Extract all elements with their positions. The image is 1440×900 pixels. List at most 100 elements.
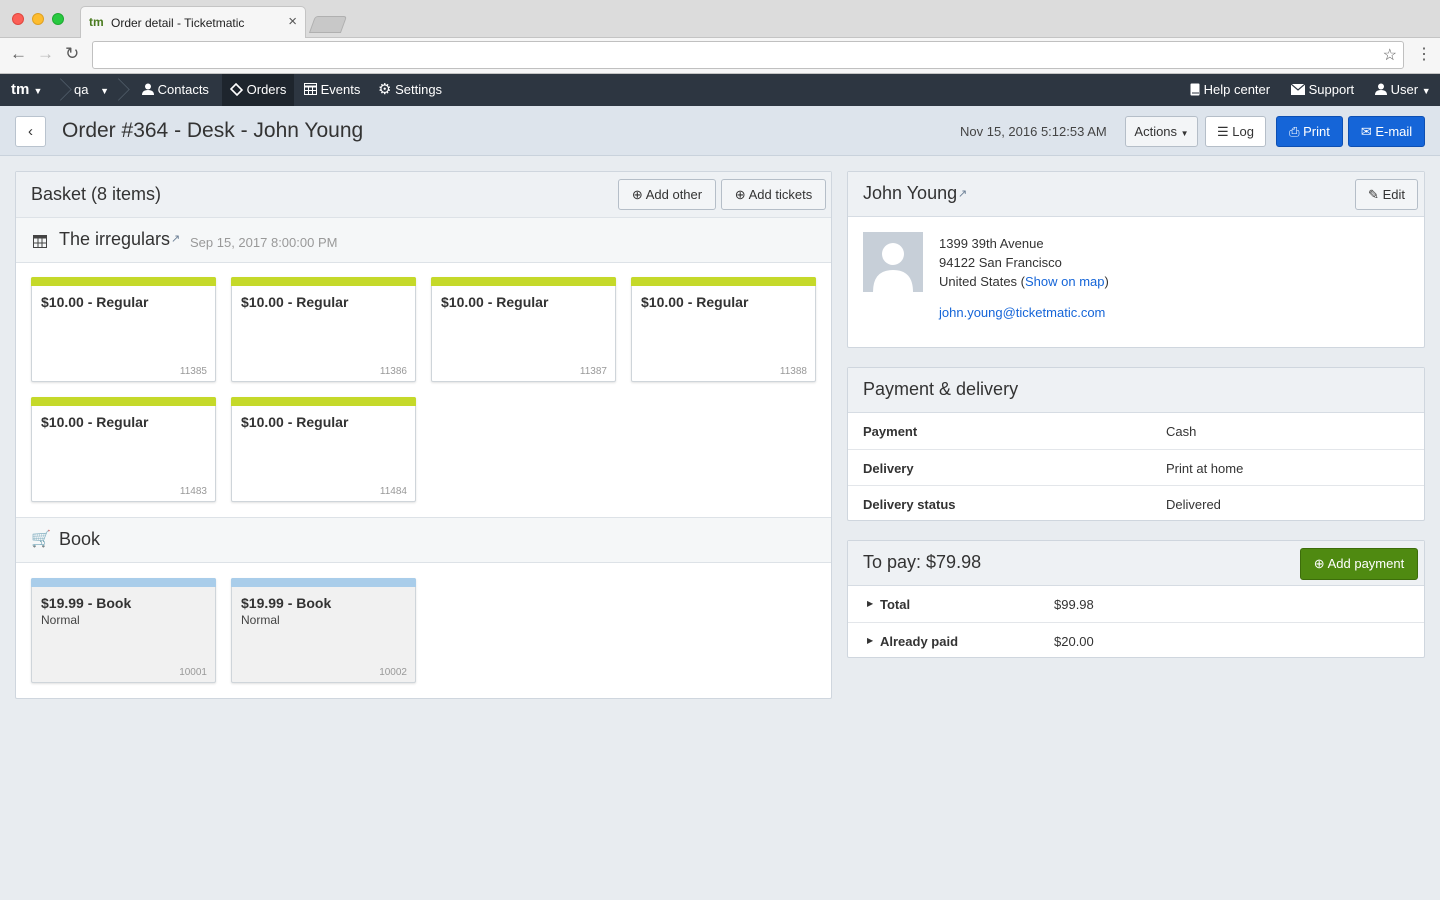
maximize-window-button[interactable]: [52, 13, 64, 25]
log-button[interactable]: ☰ Log: [1205, 116, 1266, 147]
bookmark-star-icon[interactable]: ☆: [1383, 45, 1397, 65]
ticket-label: $10.00 - Regular: [41, 294, 149, 310]
payment-delivery-title: Payment & delivery: [863, 379, 1019, 399]
browser-toolbar: ← → ↻ ☆ ⋮: [0, 38, 1440, 74]
account-switcher[interactable]: qa ▼: [74, 74, 109, 106]
event-group-header: The irregulars ↗ Sep 15, 2017 8:00:00 PM: [16, 217, 831, 263]
ticket-id: 11483: [179, 486, 207, 497]
to-pay-title: To pay: $79.98: [863, 552, 982, 572]
show-on-map-link[interactable]: Show on map: [1025, 274, 1105, 289]
nav-orders-label: Orders: [246, 82, 287, 97]
page-title: Order #364 - Desk - John Young: [62, 119, 364, 142]
product-card[interactable]: $19.99 - Book Normal 10001: [31, 578, 216, 683]
page-header: ‹ Order #364 - Desk - John Young Nov 15,…: [0, 106, 1440, 156]
delivery-label: Delivery: [863, 461, 914, 476]
ticket-card[interactable]: $10.00 - Regular 11484: [231, 397, 416, 502]
ticket-id: 11387: [579, 366, 607, 377]
external-link-icon[interactable]: ↗: [958, 187, 967, 200]
nav-help-label: Help center: [1203, 82, 1271, 97]
caret-right-icon: ▶: [867, 599, 874, 608]
browser-menu-icon[interactable]: ⋮: [1416, 44, 1432, 64]
address-bar[interactable]: ☆: [92, 41, 1404, 69]
tab-close-icon[interactable]: ×: [288, 13, 297, 30]
address-country: United States (: [939, 274, 1025, 289]
contact-email-link[interactable]: john.young@ticketmatic.com: [939, 303, 1109, 322]
back-arrow-icon[interactable]: ←: [10, 44, 27, 64]
ticket-card[interactable]: $10.00 - Regular 11483: [31, 397, 216, 502]
new-tab-button[interactable]: [308, 16, 348, 33]
chevron-down-icon: ▼: [1180, 129, 1189, 138]
total-label: Total: [880, 597, 911, 612]
chevron-down-icon: ▼: [1421, 86, 1431, 96]
nav-user-menu[interactable]: User ▼: [1369, 74, 1437, 106]
ticket-card[interactable]: $10.00 - Regular 11388: [631, 277, 816, 382]
basket-header: Basket (8 items) ⊕ Add other ⊕ Add ticke…: [16, 172, 831, 218]
browser-tab-active[interactable]: tm Order detail - Ticketmatic ×: [80, 6, 306, 39]
pencil-icon: ✎: [1368, 187, 1379, 202]
add-tickets-button[interactable]: ⊕ Add tickets: [721, 179, 826, 210]
address-line2: 94122 San Francisco: [939, 255, 1062, 270]
calendar-icon: [33, 235, 47, 248]
basket-title: Basket (8 items): [31, 184, 162, 204]
already-paid-row[interactable]: ▶ Already paid $20.00: [848, 622, 1424, 658]
ticket-color-stripe: [31, 277, 216, 286]
edit-contact-button[interactable]: ✎ Edit: [1355, 179, 1418, 210]
product-id: 10001: [179, 667, 207, 678]
minimize-window-button[interactable]: [32, 13, 44, 25]
ticket-card[interactable]: $10.00 - Regular 11387: [431, 277, 616, 382]
add-payment-button[interactable]: ⊕ Add payment: [1300, 548, 1418, 580]
total-value: $99.98: [1054, 597, 1094, 612]
plus-circle-icon: ⊕: [1313, 556, 1325, 571]
edit-label: Edit: [1382, 187, 1405, 202]
ticket-card[interactable]: $10.00 - Regular 11386: [231, 277, 416, 382]
external-link-icon[interactable]: ↗: [171, 232, 180, 245]
plus-circle-icon: ⊕: [734, 187, 746, 202]
add-other-button[interactable]: ⊕ Add other: [618, 179, 716, 210]
account-label: qa: [74, 82, 89, 97]
payment-row: Payment Cash: [848, 413, 1424, 449]
product-card[interactable]: $19.99 - Book Normal 10002: [231, 578, 416, 683]
contact-header: John Young ↗ ✎ Edit: [848, 172, 1424, 217]
nav-settings-label: Settings: [395, 82, 443, 97]
nav-help-center[interactable]: Help center: [1184, 74, 1276, 106]
contact-panel: John Young ↗ ✎ Edit 1399 39th Avenue 941…: [847, 171, 1425, 348]
ticket-label: $10.00 - Regular: [641, 294, 749, 310]
ticket-id: 11388: [779, 366, 807, 377]
ticket-card[interactable]: $10.00 - Regular 11385: [31, 277, 216, 382]
ticket-id: 11386: [379, 366, 407, 377]
gear-icon: ⚙: [378, 81, 392, 98]
ticket-id: 11385: [179, 366, 207, 377]
to-pay-header: To pay: $79.98 ⊕ Add payment: [848, 541, 1424, 586]
ticket-color-stripe: [231, 277, 416, 286]
ticket-color-stripe: [631, 277, 816, 286]
payment-delivery-header: Payment & delivery: [848, 368, 1424, 413]
nav-settings[interactable]: ⚙ Settings: [372, 74, 448, 106]
nav-contacts[interactable]: Contacts: [134, 74, 217, 106]
ticket-label: $10.00 - Regular: [241, 414, 349, 430]
print-button[interactable]: ⎙ Print: [1276, 116, 1343, 147]
print-label: Print: [1303, 124, 1330, 139]
ticket-color-stripe: [231, 397, 416, 406]
printer-icon: ⎙: [1289, 124, 1300, 139]
forward-arrow-icon[interactable]: →: [37, 44, 54, 64]
app-logo-menu[interactable]: tm ▼: [11, 74, 42, 106]
back-button[interactable]: ‹: [15, 116, 46, 147]
nav-support[interactable]: Support: [1285, 74, 1360, 106]
actions-dropdown-button[interactable]: Actions ▼: [1125, 116, 1198, 147]
delivery-value: Print at home: [1166, 461, 1244, 476]
nav-orders[interactable]: Orders: [222, 74, 295, 106]
contact-address: 1399 39th Avenue 94122 San Francisco Uni…: [939, 234, 1109, 322]
envelope-icon: ✉: [1360, 124, 1372, 139]
user-icon: [1375, 83, 1387, 95]
nav-events[interactable]: Events: [298, 74, 366, 106]
ticket-color-stripe: [31, 397, 216, 406]
event-name: The irregulars: [59, 229, 171, 249]
email-button[interactable]: ✉ E-mail: [1348, 116, 1425, 147]
total-row[interactable]: ▶ Total $99.98: [848, 586, 1424, 622]
basket-panel: Basket (8 items) ⊕ Add other ⊕ Add ticke…: [15, 171, 832, 699]
ticket-label: $10.00 - Regular: [41, 414, 149, 430]
reload-icon[interactable]: ↻: [65, 44, 79, 64]
caret-right-icon: ▶: [867, 636, 874, 645]
close-window-button[interactable]: [12, 13, 24, 25]
product-group-header: 🛒 Book: [16, 517, 831, 563]
